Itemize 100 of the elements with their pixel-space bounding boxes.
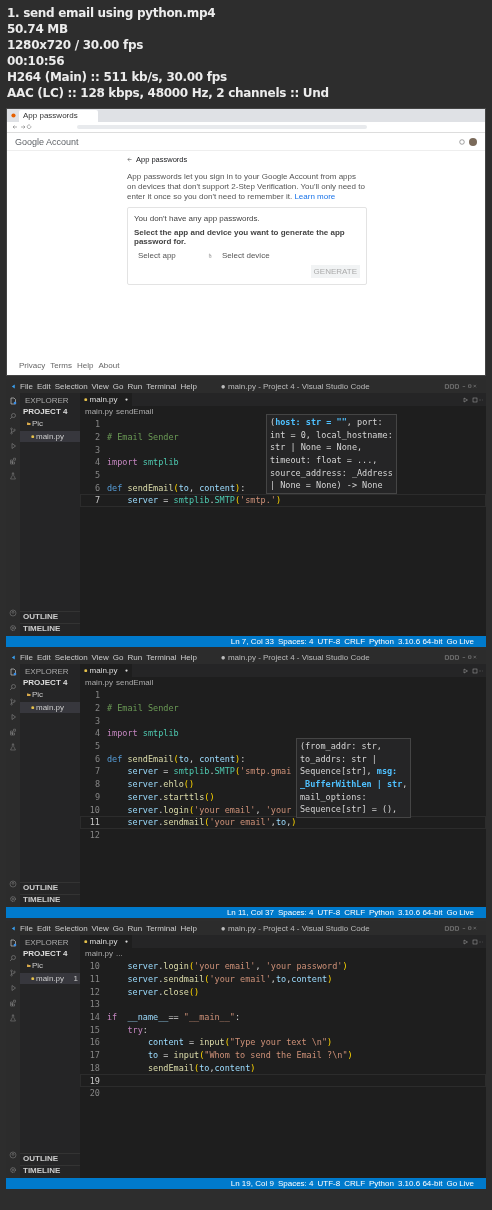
menu-item[interactable]: Run	[127, 652, 143, 662]
breadcrumb-item[interactable]: sendEmail	[116, 407, 154, 416]
flask-icon[interactable]	[9, 472, 17, 480]
status-item[interactable]: Ln 11, Col 37	[226, 908, 274, 917]
project-folder[interactable]: PROJECT 4	[20, 949, 80, 958]
menu-item[interactable]: Edit	[36, 923, 51, 933]
select-device-dropdown[interactable]: Select device	[222, 251, 282, 260]
menu-item[interactable]: Edit	[36, 381, 51, 391]
status-item[interactable]: CRLF	[344, 908, 366, 917]
menu-item[interactable]: Help	[180, 381, 197, 391]
project-folder[interactable]: PROJECT 4	[20, 407, 80, 416]
file-tab[interactable]: main.py	[80, 935, 132, 948]
branch-icon[interactable]	[9, 698, 17, 706]
google-account-logo[interactable]: Google Account	[15, 136, 455, 147]
footer-link[interactable]: Help	[77, 361, 94, 370]
menu-item[interactable]: File	[20, 381, 33, 391]
search-icon[interactable]	[9, 954, 17, 962]
file-tree-item[interactable]: main.py 1	[20, 973, 80, 984]
breadcrumb-item[interactable]: sendEmail	[116, 678, 154, 687]
search-icon[interactable]	[9, 683, 17, 691]
collapsed-panel[interactable]: OUTLINE	[20, 1153, 80, 1163]
extensions-icon[interactable]	[9, 728, 17, 736]
status-item[interactable]: CRLF	[344, 637, 366, 646]
breadcrumb-item[interactable]: main.py	[85, 407, 113, 416]
menu-item[interactable]: Help	[180, 652, 197, 662]
run-icon[interactable]	[463, 938, 483, 945]
file-tab[interactable]: main.py	[80, 664, 132, 677]
debug-icon[interactable]	[9, 713, 17, 721]
settings-icon[interactable]	[9, 624, 17, 632]
status-item[interactable]: 3.10.6 64-bit	[397, 637, 443, 646]
file-tree-item[interactable]: main.py	[20, 431, 80, 442]
breadcrumb-item[interactable]: ...	[116, 949, 123, 958]
menu-item[interactable]: Run	[127, 381, 143, 391]
files-icon[interactable]	[9, 939, 17, 947]
branch-icon[interactable]	[9, 969, 17, 977]
avatar-icon[interactable]	[469, 137, 477, 146]
status-item[interactable]: Python	[369, 908, 394, 917]
collapsed-panel[interactable]: TIMELINE	[20, 623, 80, 633]
status-item[interactable]: 3.10.6 64-bit	[397, 908, 443, 917]
flask-icon[interactable]	[9, 1014, 17, 1022]
menu-item[interactable]: Terminal	[146, 381, 177, 391]
collapsed-panel[interactable]: OUTLINE	[20, 882, 80, 892]
menu-item[interactable]: Run	[127, 923, 143, 933]
footer-link[interactable]: About	[98, 361, 120, 370]
menu-item[interactable]: Selection	[54, 652, 88, 662]
status-item[interactable]: 3.10.6 64-bit	[397, 1179, 443, 1188]
navigation-icon[interactable]	[12, 124, 32, 130]
menu-item[interactable]: Help	[180, 923, 197, 933]
menu-item[interactable]: Edit	[36, 652, 51, 662]
footer-link[interactable]: Terms	[50, 361, 72, 370]
run-icon[interactable]	[463, 667, 483, 674]
branch-icon[interactable]	[9, 427, 17, 435]
select-app-dropdown[interactable]: Select app	[138, 251, 198, 260]
file-tree-item[interactable]: Pic	[20, 418, 80, 429]
debug-icon[interactable]	[9, 984, 17, 992]
menu-item[interactable]: View	[91, 923, 109, 933]
status-item[interactable]: Go Live	[446, 637, 474, 646]
file-tab[interactable]: main.py	[80, 393, 132, 406]
status-item[interactable]: UTF-8	[317, 908, 341, 917]
menu-item[interactable]: Terminal	[146, 923, 177, 933]
file-tree-item[interactable]: Pic	[20, 689, 80, 700]
breadcrumb-item[interactable]: main.py	[85, 949, 113, 958]
project-folder[interactable]: PROJECT 4	[20, 678, 80, 687]
file-tree-item[interactable]: main.py	[20, 702, 80, 713]
status-item[interactable]: CRLF	[344, 1179, 366, 1188]
account-icon[interactable]	[9, 880, 17, 888]
menu-item[interactable]: View	[91, 381, 109, 391]
status-item[interactable]: Go Live	[446, 908, 474, 917]
status-item[interactable]: Spaces: 4	[277, 1179, 314, 1188]
status-item[interactable]: Spaces: 4	[277, 908, 314, 917]
menu-item[interactable]: Selection	[54, 923, 88, 933]
help-icon[interactable]	[459, 138, 465, 145]
flask-icon[interactable]	[9, 743, 17, 751]
collapsed-panel[interactable]: OUTLINE	[20, 611, 80, 621]
browser-tab[interactable]: App passwords	[19, 109, 98, 122]
menu-item[interactable]: View	[91, 652, 109, 662]
menu-item[interactable]: Go	[112, 923, 124, 933]
status-item[interactable]: UTF-8	[317, 637, 341, 646]
file-tree-item[interactable]: Pic	[20, 960, 80, 971]
collapsed-panel[interactable]: TIMELINE	[20, 1165, 80, 1175]
menu-item[interactable]: Go	[112, 652, 124, 662]
status-item[interactable]: Ln 19, Col 9	[230, 1179, 274, 1188]
learn-more-link[interactable]: Learn more	[294, 192, 336, 201]
settings-icon[interactable]	[9, 1166, 17, 1174]
run-icon[interactable]	[463, 396, 483, 403]
breadcrumb-item[interactable]: main.py	[85, 678, 113, 687]
debug-icon[interactable]	[9, 442, 17, 450]
status-item[interactable]: Python	[369, 637, 394, 646]
menu-item[interactable]: Terminal	[146, 652, 177, 662]
status-item[interactable]: Spaces: 4	[277, 637, 314, 646]
search-icon[interactable]	[9, 412, 17, 420]
settings-icon[interactable]	[9, 895, 17, 903]
status-item[interactable]: Ln 7, Col 33	[230, 637, 274, 646]
status-item[interactable]: Python	[369, 1179, 394, 1188]
status-item[interactable]: Go Live	[446, 1179, 474, 1188]
account-icon[interactable]	[9, 609, 17, 617]
menu-item[interactable]: Selection	[54, 381, 88, 391]
collapsed-panel[interactable]: TIMELINE	[20, 894, 80, 904]
menu-item[interactable]: Go	[112, 381, 124, 391]
files-icon[interactable]	[9, 397, 17, 405]
